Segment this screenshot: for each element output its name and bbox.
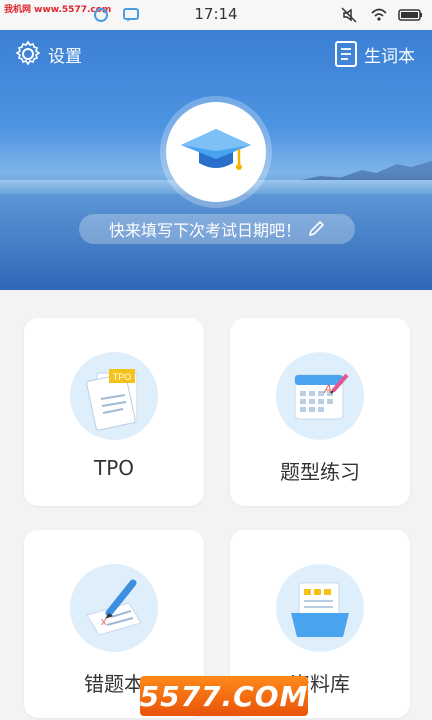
practice-label: 题型练习 — [280, 460, 360, 484]
pencil-icon — [308, 220, 325, 237]
watermark-logo: 5577.COM — [140, 676, 308, 716]
vocabulary-label: 生词本 — [364, 46, 415, 67]
settings-button[interactable]: 设置 — [14, 40, 82, 68]
tpo-icon-bg: TPO — [70, 352, 158, 440]
avatar[interactable] — [166, 102, 266, 202]
status-bar: 我机网 www.5577.com 17:14 — [0, 0, 432, 30]
practice-icon-letter: A — [323, 382, 332, 396]
mistakes-icon-bg: x — [70, 564, 158, 652]
settings-label: 设置 — [48, 46, 82, 67]
library-folder-icon — [291, 582, 349, 637]
battery-icon — [398, 9, 422, 21]
library-icon-bg — [276, 564, 364, 652]
gear-icon — [15, 40, 41, 66]
mistakes-notebook-icon: x — [86, 579, 142, 636]
notebook-icon — [335, 41, 357, 67]
status-time: 17:14 — [194, 5, 238, 23]
tpo-document-icon: TPO — [86, 369, 138, 431]
exam-date-prompt: 快来填写下次考试日期吧！ — [108, 221, 301, 240]
calendar-icon: A — [294, 373, 349, 420]
tpo-label: TPO — [93, 456, 135, 480]
practice-icon-bg: A — [276, 352, 364, 440]
exam-date-button[interactable]: 快来填写下次考试日期吧！ — [79, 214, 355, 244]
tpo-card[interactable]: TPO TPO — [24, 318, 204, 506]
hero-banner: 设置 生词本 快来填写下次考试日期吧！ — [0, 30, 432, 290]
vocabulary-button[interactable]: 生词本 — [334, 40, 415, 68]
practice-card[interactable]: A 题型练习 — [230, 318, 410, 506]
wifi-icon — [371, 8, 387, 21]
mute-icon — [341, 7, 357, 23]
tpo-icon-tag: TPO — [113, 372, 132, 382]
graduation-cap-icon — [181, 129, 251, 170]
